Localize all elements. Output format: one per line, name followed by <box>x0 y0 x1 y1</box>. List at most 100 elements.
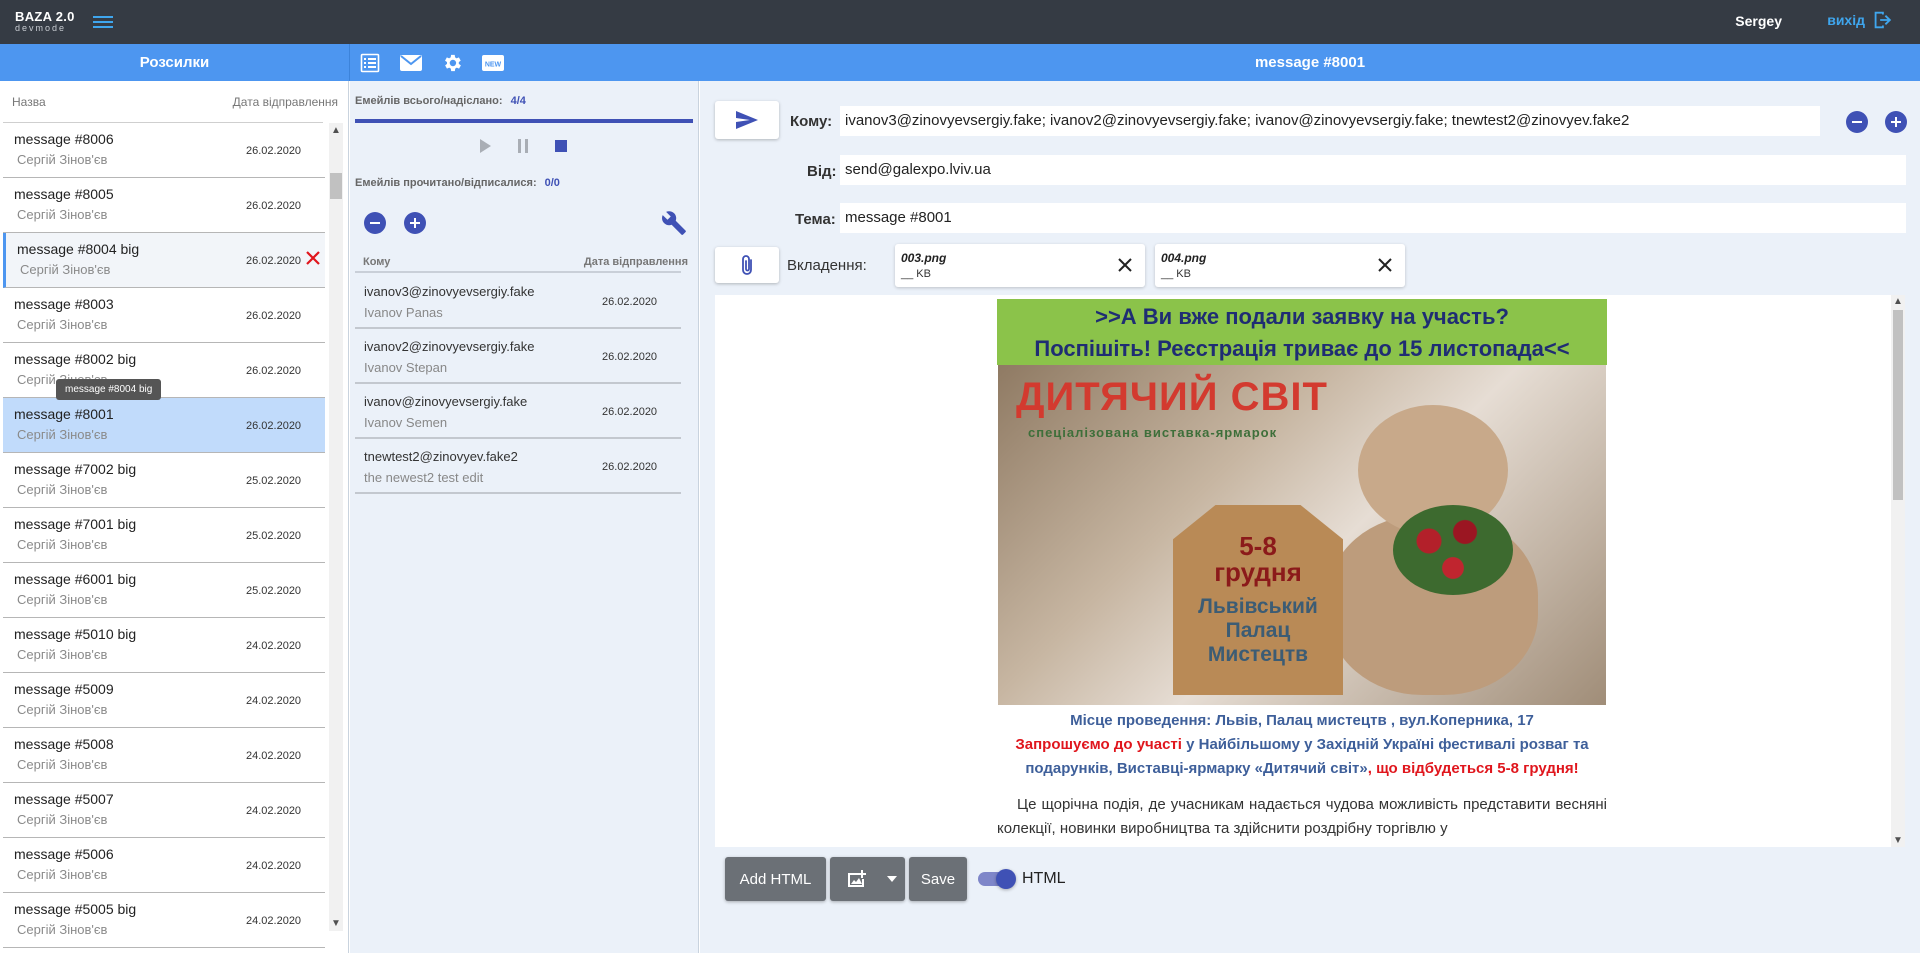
list-item[interactable]: message #7001 big Сергій Зінов'єв 25.02.… <box>3 508 325 563</box>
wrench-icon[interactable] <box>661 210 687 236</box>
item-title: message #8004 big <box>17 241 140 257</box>
list-item[interactable]: message #5006 Сергій Зінов'єв 24.02.2020 <box>3 838 325 893</box>
attachment-size: __ KB <box>1161 268 1191 280</box>
save-button[interactable]: Save <box>909 857 967 901</box>
view-icons: NEW <box>358 51 505 75</box>
list-item[interactable]: message #5007 Сергій Зінов'єв 24.02.2020 <box>3 783 325 838</box>
recipient-date: 26.02.2020 <box>602 461 658 473</box>
stats-panel: Емейлів всього/надіслано: 4/4 Емейлів про… <box>350 81 699 953</box>
list-item[interactable]: message #8006 Сергій Зінов'єв 26.02.2020 <box>3 123 325 178</box>
email-body-editor[interactable]: >>А Ви вже подали заявку на участь? Посп… <box>715 295 1905 847</box>
item-date: 24.02.2020 <box>246 860 302 872</box>
recipients-list: ivanov3@zinovyevsergiy.fake Ivanov Panas… <box>355 274 681 494</box>
list-item[interactable]: message #5005 big Сергій Зінов'єв 24.02.… <box>3 893 325 948</box>
delete-icon[interactable] <box>304 249 322 267</box>
item-date: 26.02.2020 <box>246 310 302 322</box>
editor-scrollbar[interactable]: ▲ ▼ <box>1891 295 1905 847</box>
settings-icon[interactable] <box>440 51 464 75</box>
insert-image-button[interactable] <box>830 857 905 901</box>
recipient-row[interactable]: ivanov@zinovyevsergiy.fake Ivanov Semen … <box>355 384 681 439</box>
recipient-email: ivanov@zinovyevsergiy.fake <box>364 394 528 409</box>
column-date[interactable]: Дата відправлення <box>233 95 338 109</box>
sent-label: Емейлів всього/надіслано: <box>355 95 503 107</box>
list-item[interactable]: message #5010 big Сергій Зінов'єв 24.02.… <box>3 618 325 673</box>
item-author: Сергій Зінов'єв <box>17 537 108 552</box>
item-date: 26.02.2020 <box>246 145 302 157</box>
column-to[interactable]: Кому <box>363 256 390 268</box>
add-to-button[interactable] <box>1885 111 1907 133</box>
list-item[interactable]: message #8002 big Сергій Зінов'єв 26.02.… <box>3 343 325 398</box>
scroll-down-icon[interactable]: ▼ <box>1891 835 1905 846</box>
list-item[interactable]: message #7002 big Сергій Зінов'єв 25.02.… <box>3 453 325 508</box>
new-icon[interactable]: NEW <box>481 51 505 75</box>
list-item[interactable]: message #6001 big Сергій Зінов'єв 25.02.… <box>3 563 325 618</box>
svg-text:NEW: NEW <box>485 62 502 69</box>
read-stat: Емейлів прочитано/відписалися: 0/0 <box>355 177 560 189</box>
remove-recipient-button[interactable] <box>364 212 386 234</box>
body-paragraph: Це щорічна подія, де учасникам надається… <box>997 796 1607 837</box>
attachment-card[interactable]: 003.png __ KB <box>895 244 1145 287</box>
list-scrollbar[interactable]: ▲ ▼ <box>329 123 343 931</box>
attachment-size: __ KB <box>901 268 931 280</box>
app-brand[interactable]: BAZA 2.0 devmode <box>15 10 75 33</box>
item-date: 26.02.2020 <box>246 255 302 267</box>
menu-icon[interactable] <box>93 13 113 31</box>
remove-to-button[interactable] <box>1846 111 1868 133</box>
add-html-button[interactable]: Add HTML <box>725 857 826 901</box>
banner-line-2: Поспішіть! Реєстрація триває до 15 листо… <box>1034 336 1570 361</box>
recipients-header: Кому Дата відправлення <box>363 256 688 268</box>
stop-icon[interactable] <box>551 136 571 156</box>
scroll-thumb[interactable] <box>330 173 342 199</box>
list-item[interactable]: message #5009 Сергій Зінов'єв 24.02.2020 <box>3 673 325 728</box>
recipient-row[interactable]: ivanov2@zinovyevsergiy.fake Ivanov Stepa… <box>355 329 681 384</box>
mailings-list-header: Назва Дата відправлення <box>12 95 338 109</box>
pause-icon[interactable] <box>513 136 533 156</box>
item-title: message #5005 big <box>14 901 137 917</box>
scroll-up-icon[interactable]: ▲ <box>1891 296 1905 307</box>
item-author: Сергій Зінов'єв <box>17 702 108 717</box>
list-item-selected[interactable]: message #8001 Сергій Зінов'єв 26.02.2020 <box>3 398 325 453</box>
send-button[interactable] <box>715 101 779 139</box>
mailings-list: message #8006 Сергій Зінов'єв 26.02.2020… <box>3 123 325 953</box>
from-label: Від: <box>807 163 837 180</box>
attachment-card[interactable]: 004.png __ KB <box>1155 244 1405 287</box>
mail-icon[interactable] <box>399 51 423 75</box>
add-recipient-button[interactable] <box>404 212 426 234</box>
item-title: message #5010 big <box>14 626 137 642</box>
from-field[interactable]: send@galexpo.lviv.ua <box>840 155 1906 185</box>
item-author: Сергій Зінов'єв <box>17 152 108 167</box>
item-title: message #5008 <box>14 736 114 752</box>
item-title: message #8005 <box>14 186 114 202</box>
html-toggle[interactable] <box>978 869 1016 889</box>
recipient-email: tnewtest2@zinovyev.fake2 <box>364 449 518 464</box>
list-item[interactable]: message #8003 Сергій Зінов'єв 26.02.2020 <box>3 288 325 343</box>
item-date: 25.02.2020 <box>246 475 302 487</box>
play-icon[interactable] <box>475 136 495 156</box>
list-view-icon[interactable] <box>358 51 382 75</box>
tooltip: message #8004 big <box>56 379 162 400</box>
subject-field[interactable]: message #8001 <box>840 203 1906 233</box>
attach-button[interactable] <box>715 247 779 283</box>
list-item[interactable]: message #5008 Сергій Зінов'єв 24.02.2020 <box>3 728 325 783</box>
logout-button[interactable]: вихід <box>1827 9 1893 31</box>
recipient-row[interactable]: ivanov3@zinovyevsergiy.fake Ivanov Panas… <box>355 274 681 329</box>
recipient-row[interactable]: tnewtest2@zinovyev.fake2 the newest2 tes… <box>355 439 681 494</box>
remove-attachment-icon[interactable] <box>1376 256 1394 274</box>
item-author: Сергій Зінов'єв <box>17 757 108 772</box>
item-date: 24.02.2020 <box>246 915 302 927</box>
scroll-up-icon[interactable]: ▲ <box>329 125 343 136</box>
item-author: Сергій Зінов'єв <box>17 922 108 937</box>
scroll-thumb[interactable] <box>1893 310 1903 500</box>
message-title: message #8001 <box>1254 54 1366 71</box>
item-title: message #8006 <box>14 131 114 147</box>
berries-shape <box>1393 505 1513 595</box>
list-item-hovered[interactable]: message #8004 big Сергій Зінов'єв 26.02.… <box>3 233 325 288</box>
list-item[interactable]: message #8005 Сергій Зінов'єв 26.02.2020 <box>3 178 325 233</box>
column-date[interactable]: Дата відправлення <box>584 256 688 268</box>
scroll-down-icon[interactable]: ▼ <box>329 918 343 929</box>
remove-attachment-icon[interactable] <box>1116 256 1134 274</box>
column-name[interactable]: Назва <box>12 95 46 109</box>
to-field[interactable]: ivanov3@zinovyevsergiy.fake; ivanov2@zin… <box>840 106 1820 136</box>
caret-down-icon[interactable] <box>887 875 897 883</box>
item-title: message #8003 <box>14 296 114 312</box>
